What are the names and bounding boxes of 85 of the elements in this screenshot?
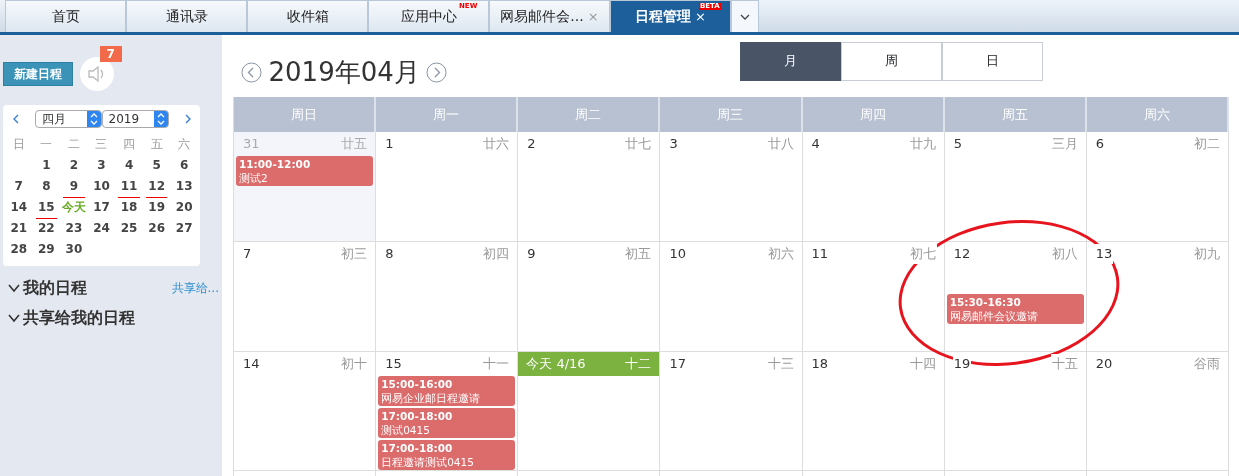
day-cell[interactable]: 23 [60,218,88,240]
day-cell[interactable]: 5 [142,155,171,177]
view-tab[interactable]: 日 [942,41,1043,81]
next-month-icon[interactable] [426,61,448,83]
day-cell[interactable]: 8 [32,176,61,198]
stepper-icon [89,113,98,125]
weekday-header: 周日 [234,97,377,132]
day-cell[interactable]: 8 初四 [376,242,519,352]
day-cell[interactable]: 7 初三 [234,242,377,352]
day-cell[interactable]: 17 十三 [660,352,803,471]
view-tab[interactable]: 周 [841,41,942,81]
month-title: 2019年04月 [268,55,420,89]
day-cell[interactable]: 3 [87,155,116,177]
day-cell[interactable]: 29 [32,239,61,261]
day-cell[interactable]: 4 [115,155,143,177]
weekday-header: 周二 [518,97,661,132]
tab[interactable]: 首页 [5,0,126,32]
day-cell[interactable]: 27 [170,218,198,240]
month-select[interactable]: 四月 [34,110,102,128]
day-cell[interactable]: 7 [5,176,33,198]
day-cell[interactable]: 25 [115,218,143,240]
day-cell[interactable]: 14 [5,197,33,219]
day-cell[interactable]: 9 [63,176,85,198]
notification-count: 7 [99,46,122,62]
day-cell[interactable]: 14 初十 [234,352,377,471]
day-cell[interactable]: 13 [170,176,198,198]
day-cell[interactable]: 10 初六 [660,242,803,352]
weekday-label: 日 [11,135,26,153]
day-cell[interactable]: 17 [87,197,116,219]
day-cell[interactable]: 18 十四 [802,352,945,471]
tab[interactable]: 收件箱 [247,0,368,32]
day-cell[interactable]: 19 十五 [944,352,1087,471]
day-cell[interactable]: 24 [87,218,116,240]
weekday-header: 周四 [802,97,945,132]
day-cell[interactable]: 11 [118,176,140,198]
day-cell[interactable]: 21 [5,218,33,240]
day-cell[interactable]: 4 廿九 [802,132,945,242]
day-number: 13 [1094,244,1114,264]
more-tabs-button[interactable] [731,0,759,32]
weekday-header: 周五 [944,97,1087,132]
day-cell[interactable]: 3 廿八 [660,132,803,242]
day-cell[interactable]: 15 [35,197,58,219]
day-cell[interactable]: 5 三月 [944,132,1087,242]
day-cell[interactable]: 30 [60,239,88,261]
tab[interactable]: 网易邮件会... × [489,0,610,32]
speaker-button[interactable] [79,57,114,91]
day-cell[interactable]: 28 [5,239,33,261]
weekday-header: 周三 [660,97,803,132]
weekday-label: 六 [177,135,192,153]
view-tab[interactable]: 月 [740,41,841,81]
day-cell[interactable]: 2 [60,155,88,177]
stepper-icon [156,113,165,125]
weekday-header: 周六 [1086,97,1229,132]
day-cell[interactable]: 19 [142,197,171,219]
day-cell[interactable]: 20 [170,197,198,219]
previous-month-icon[interactable] [11,114,19,124]
day-cell[interactable]: 6 [170,155,198,177]
day-cell[interactable]: 26 [142,218,171,240]
weekday-label: 二 [66,135,81,153]
previous-month-icon[interactable] [241,61,262,83]
weekday-label: 四 [122,135,137,153]
day-cell[interactable]: 12 [145,176,168,198]
day-cell[interactable]: 13 初九 [1086,242,1229,352]
weekday-label: 一 [39,135,54,153]
year-select[interactable]: 2019 [101,110,169,128]
day-cell[interactable]: 10 [87,176,116,198]
lunar-date: 初七 [908,244,937,264]
chevron-icon[interactable] [8,312,20,323]
chevron-icon[interactable] [8,282,20,293]
weekday-label: 三 [94,135,109,153]
next-month-icon[interactable] [184,114,192,124]
day-cell[interactable]: 18 [115,197,143,219]
day-cell[interactable]: 2 廿七 [518,132,661,242]
caret-icon [740,13,750,20]
day-cell[interactable]: 20 谷雨 [1086,352,1229,471]
day-cell[interactable]: 11 初七 [802,242,945,352]
day-cell[interactable]: 6 初二 [1086,132,1229,242]
day-cell[interactable]: 1 廿六 [376,132,519,242]
tab[interactable]: 通讯录 [126,0,247,32]
day-cell[interactable]: 1 [32,155,61,177]
day-cell[interactable]: 22 [32,218,61,240]
section-title[interactable]: 共享给我的日程 [23,305,136,330]
weekday-label: 五 [149,135,164,153]
section-title[interactable]: 我的日程 [23,275,88,300]
day-cell[interactable]: 12 初八 15:30-16:30 网易邮件会议邀请 [944,242,1087,352]
